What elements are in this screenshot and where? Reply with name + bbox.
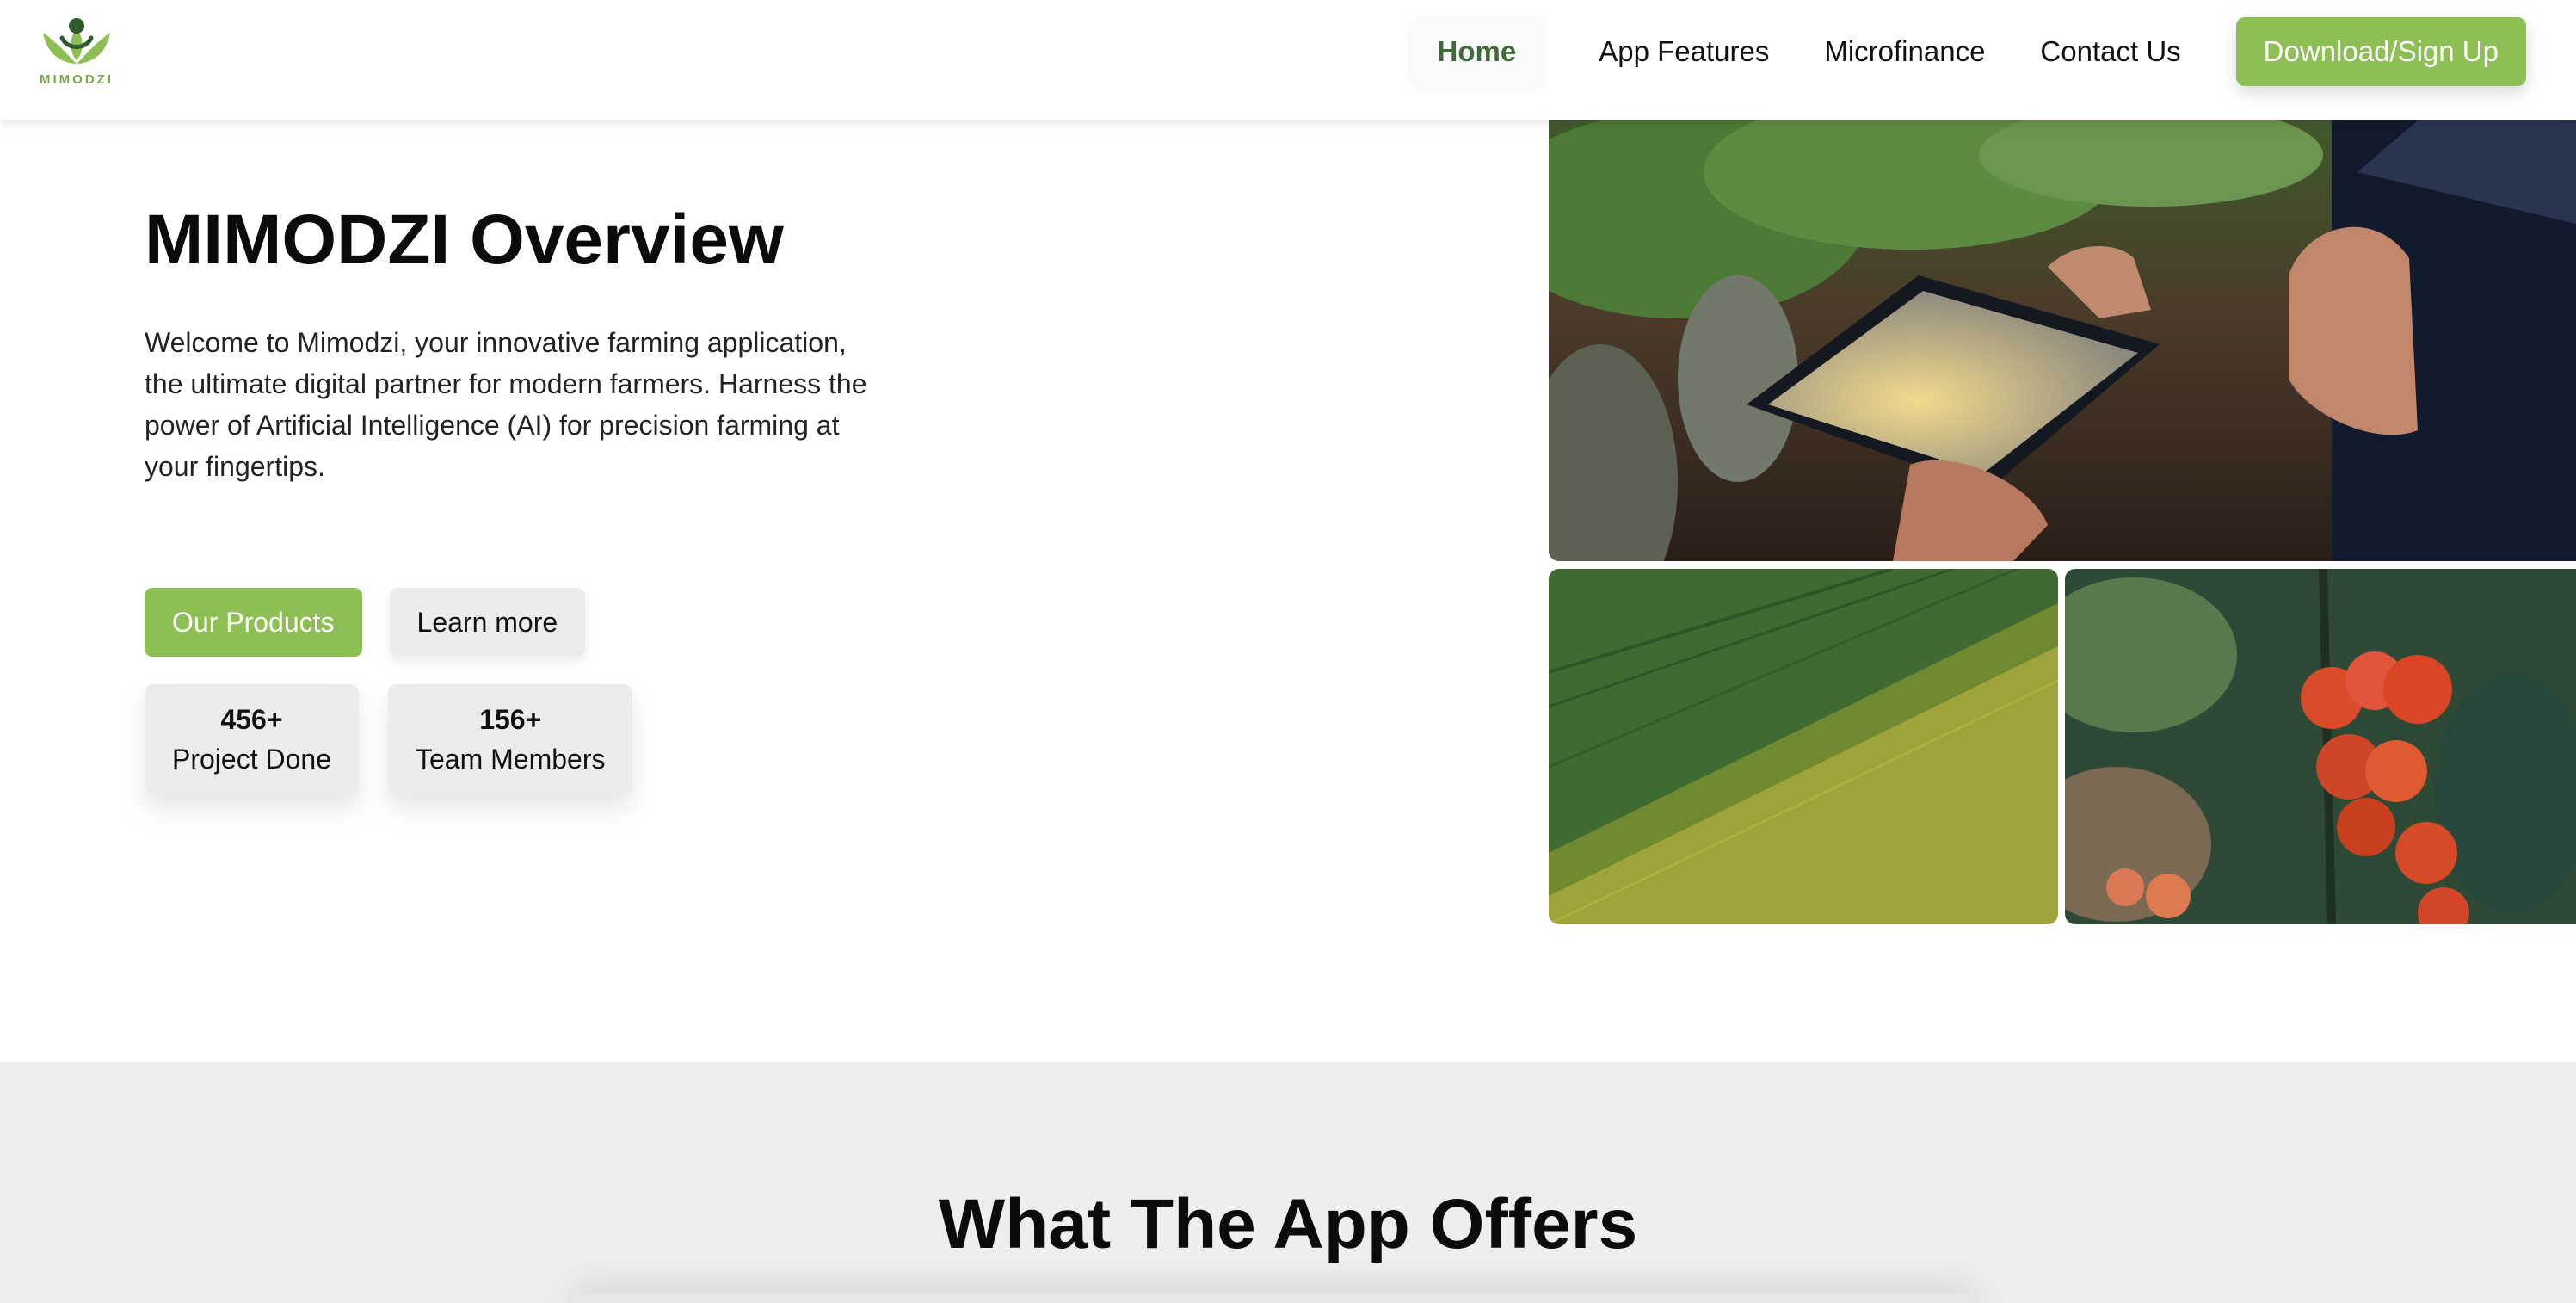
learn-more-button[interactable]: Learn more [389,588,586,657]
stat-label: Project Done [172,744,331,775]
stat-value: 156+ [479,704,542,735]
offers-section: What The App Offers [0,1062,2576,1303]
stat-card: 156+ Team Members [387,684,633,794]
offers-title: What The App Offers [938,1185,1638,1263]
nav-contact-us[interactable]: Contact Us [2012,17,2208,86]
our-products-button[interactable]: Our Products [145,588,362,657]
logo-text: MIMODZI [40,72,114,87]
stat-value: 456+ [220,704,283,735]
download-signup-button[interactable]: Download/Sign Up [2235,17,2526,86]
offers-card-edge [568,1294,1979,1303]
mimodzi-logo-icon [43,18,110,64]
stat-card: 456+ Project Done [145,684,359,794]
tomato-plant-image [2065,569,2576,924]
stat-label: Team Members [415,744,606,775]
main-nav: Home App Features Microfinance Contact U… [1409,17,2526,86]
nav-app-features[interactable]: App Features [1571,17,1796,86]
hero-description: Welcome to Mimodzi, your innovative farm… [145,327,867,482]
field-aerial-image [1549,569,2058,924]
stats-row: 456+ Project Done 156+ Team Members [145,684,633,794]
site-header: MIMODZI Home App Features Microfinance C… [0,0,2576,120]
hero-buttons: Our Products Learn more [145,588,586,657]
hero-title: MIMODZI Overview [145,201,784,279]
nav-home[interactable]: Home [1409,17,1544,86]
hero-image-tablet [1549,120,2576,561]
nav-microfinance[interactable]: Microfinance [1796,17,2012,86]
page: MIMODZI Home App Features Microfinance C… [0,0,2576,1303]
logo[interactable]: MIMODZI [31,12,122,95]
